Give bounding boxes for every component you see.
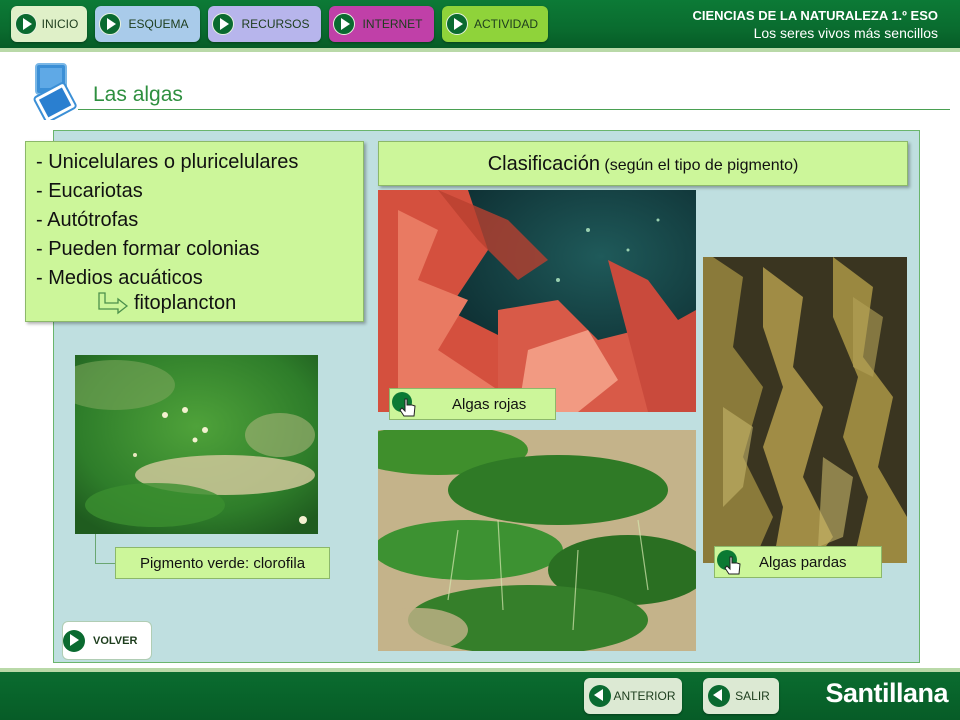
salir-label: SALIR: [735, 689, 770, 703]
nav-inicio-button[interactable]: INICIO: [11, 6, 87, 42]
classification-box: Clasificación (según el tipo de pigmento…: [378, 141, 908, 186]
feature-item: - Medios acuáticos: [36, 267, 203, 289]
classification-subtitle: (según el tipo de pigmento): [604, 157, 799, 174]
santillana-logo: Santillana: [825, 678, 948, 708]
play-icon: [15, 13, 37, 35]
anterior-button[interactable]: ANTERIOR: [584, 678, 682, 714]
feature-item: - Eucariotas: [36, 180, 143, 202]
connector-line: [95, 534, 117, 564]
volver-button[interactable]: VOLVER: [62, 621, 152, 660]
red-algae-button[interactable]: Algas rojas: [389, 388, 556, 420]
bottom-bar: [0, 672, 960, 720]
nav-esquema-button[interactable]: ESQUEMA: [95, 6, 200, 42]
red-algae-photo: [378, 190, 696, 412]
fitoplancton-label: fitoplancton: [134, 292, 237, 314]
section-title: Las algas: [93, 83, 183, 106]
fitoplancton-note: fitoplancton: [96, 291, 236, 315]
green-pigment-label: Pigmento verde: clorofila: [115, 547, 330, 579]
play-icon: [446, 13, 468, 35]
feature-item: - Unicelulares o pluricelulares: [36, 151, 299, 173]
section-underline: [78, 109, 950, 110]
back-arrow-icon: [708, 685, 730, 707]
play-icon: [212, 13, 234, 35]
brown-algae-button[interactable]: Algas pardas: [714, 546, 882, 578]
green-pigment-text: Pigmento verde: clorofila: [139, 554, 306, 572]
nav-label: ACTIVIDAD: [473, 17, 538, 31]
section-icon: [33, 63, 77, 120]
nav-label: RECURSOS: [241, 17, 310, 31]
course-title: CIENCIAS DE LA NATURALEZA 1.º ESO: [692, 8, 938, 23]
features-box: - Unicelulares o pluricelulares - Eucari…: [25, 141, 364, 322]
back-arrow-icon: [589, 685, 611, 707]
nav-label: ESQUEMA: [128, 17, 189, 31]
play-icon: [63, 629, 85, 652]
brown-algae-text: Algas pardas: [759, 553, 847, 571]
feature-item: - Autótrofas: [36, 209, 139, 231]
nav-internet-button[interactable]: INTERNET: [329, 6, 434, 42]
nav-recursos-button[interactable]: RECURSOS: [208, 6, 321, 42]
classification-title: Clasificación: [487, 153, 600, 175]
feature-item: - Pueden formar colonias: [36, 238, 260, 260]
anterior-label: ANTERIOR: [613, 689, 676, 703]
arrow-right-icon: [98, 292, 129, 315]
brown-algae-photo: [703, 257, 907, 563]
red-algae-text: Algas rojas: [452, 395, 527, 413]
unit-title: Los seres vivos más sencillos: [753, 25, 938, 41]
nav-actividad-button[interactable]: ACTIVIDAD: [442, 6, 548, 42]
salir-button[interactable]: SALIR: [703, 678, 779, 714]
slide: INICIO ESQUEMA RECURSOS INTERNET ACTIVID…: [0, 0, 960, 720]
green-algae-field-photo: [378, 430, 696, 651]
green-algae-photo: [75, 355, 318, 534]
hand-pointer-icon: [717, 550, 741, 575]
hand-pointer-icon: [392, 392, 416, 417]
course-heading: CIENCIAS DE LA NATURALEZA 1.º ESO Los se…: [692, 7, 938, 42]
top-bar-divider: [0, 48, 960, 52]
play-icon: [333, 13, 355, 35]
play-icon: [99, 13, 121, 35]
volver-label: VOLVER: [93, 634, 138, 647]
nav-label: INTERNET: [362, 17, 423, 31]
nav-label: INICIO: [41, 17, 79, 31]
